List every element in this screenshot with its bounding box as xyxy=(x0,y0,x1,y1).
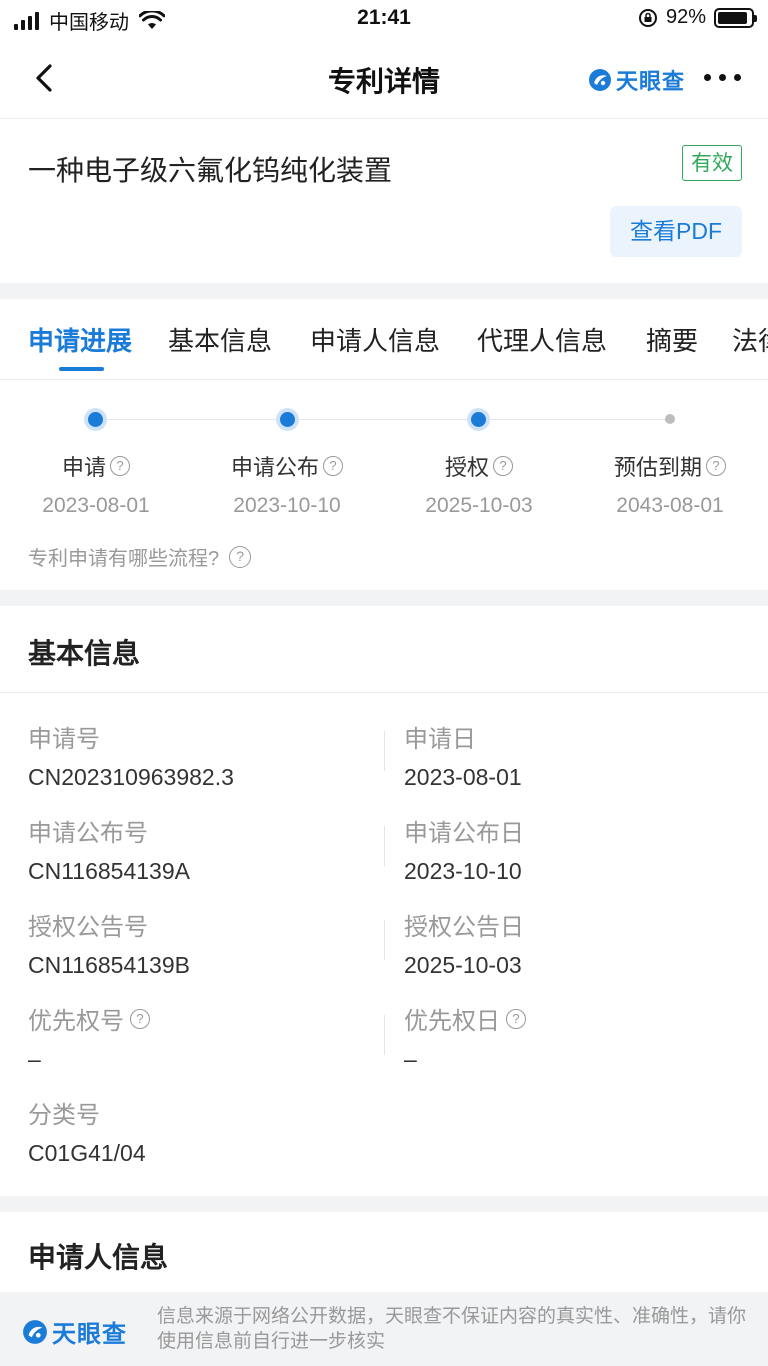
tianyancha-logo-icon xyxy=(589,69,611,91)
patent-title: 一种电子级六氟化钨纯化装置 xyxy=(28,155,393,186)
tianyancha-logo-icon xyxy=(23,1319,47,1344)
field-value: 2025-10-03 xyxy=(404,952,522,978)
help-icon[interactable]: ? xyxy=(323,456,343,476)
step-date: 2043-08-01 xyxy=(616,494,724,517)
column-divider xyxy=(384,731,385,771)
column-divider xyxy=(384,1015,385,1055)
help-icon[interactable]: ? xyxy=(506,1008,526,1029)
status-badge: 有效 xyxy=(682,145,742,181)
field-classification: 分类号 C01G41/04 xyxy=(28,1095,368,1167)
progress-dot xyxy=(280,412,295,427)
field-label: 申请公布号 xyxy=(28,820,148,847)
field-label: 优先权日 xyxy=(404,1008,500,1035)
tab-agent-info[interactable]: 代理人信息 xyxy=(477,321,607,358)
field-grant-number: 授权公告号 CN116854139B xyxy=(28,907,368,979)
disclaimer-footer: 天眼查 信息来源于网络公开数据，天眼查不保证内容的真实性、准确性，请你使用信息前… xyxy=(0,1292,768,1366)
basic-info-header: 基本信息 xyxy=(0,606,768,693)
field-value: 2023-10-10 xyxy=(404,858,522,884)
section-divider xyxy=(0,283,768,299)
field-publication-number: 申请公布号 CN116854139A xyxy=(28,813,368,885)
field-label: 申请公布日 xyxy=(404,820,524,847)
help-icon[interactable]: ? xyxy=(493,456,513,476)
step-date: 2023-10-10 xyxy=(233,494,341,517)
patent-header-card: 一种电子级六氟化钨纯化装置 有效 查看PDF xyxy=(0,119,768,283)
help-icon[interactable]: ? xyxy=(706,456,726,476)
step-date: 2025-10-03 xyxy=(425,494,533,517)
field-application-date: 申请日 2023-08-01 xyxy=(404,719,744,791)
section-title: 申请人信息 xyxy=(28,1242,169,1273)
active-tab-indicator xyxy=(59,367,104,371)
field-value: – xyxy=(404,1046,417,1072)
brand-logo[interactable]: 天眼查 xyxy=(588,64,685,96)
applicant-info-header: 申请人信息 xyxy=(0,1212,768,1292)
field-value: CN116854139B xyxy=(28,952,190,978)
column-divider xyxy=(384,920,385,960)
faq-text: 专利申请有哪些流程? xyxy=(28,548,220,570)
nav-bar: 专利详情 天眼查 xyxy=(0,40,768,119)
process-faq-link[interactable]: 专利申请有哪些流程? ? xyxy=(28,542,252,571)
tab-applicant-info[interactable]: 申请人信息 xyxy=(310,321,440,358)
field-value: 2023-08-01 xyxy=(404,764,522,790)
field-application-number: 申请号 CN202310963982.3 xyxy=(28,719,368,791)
field-label: 分类号 xyxy=(28,1102,100,1129)
progress-line xyxy=(96,419,670,420)
section-divider xyxy=(0,590,768,606)
progress-step: 预估到期? 2043-08-01 xyxy=(575,450,765,518)
view-pdf-button[interactable]: 查看PDF xyxy=(610,206,742,257)
tab-bar: 申请进展 基本信息 申请人信息 代理人信息 摘要 法律 xyxy=(0,299,768,380)
step-date: 2023-08-01 xyxy=(42,494,150,517)
field-label: 授权公告号 xyxy=(28,914,148,941)
field-publication-date: 申请公布日 2023-10-10 xyxy=(404,813,744,885)
field-label: 优先权号 xyxy=(28,1008,124,1035)
step-label: 申请公布 xyxy=(230,455,319,480)
section-divider xyxy=(0,1196,768,1212)
field-value: CN116854139A xyxy=(28,858,190,884)
progress-dot xyxy=(471,412,486,427)
step-label: 申请 xyxy=(61,455,106,480)
field-priority-number: 优先权号? – xyxy=(28,1001,368,1073)
progress-dot-pending xyxy=(665,414,675,424)
battery-icon xyxy=(714,7,757,28)
help-icon: ? xyxy=(229,545,252,568)
progress-step: 申请? 2023-08-01 xyxy=(1,450,191,518)
step-label: 授权 xyxy=(444,455,489,480)
battery-fill xyxy=(718,11,748,24)
column-divider xyxy=(384,826,385,866)
basic-info-grid: 申请号 CN202310963982.3 申请日 2023-08-01 申请公布… xyxy=(0,693,768,1193)
more-options-icon[interactable] xyxy=(704,74,741,81)
field-label: 授权公告日 xyxy=(404,914,524,941)
status-bar: 中国移动 21:41 92% xyxy=(0,0,768,40)
field-grant-date: 授权公告日 2025-10-03 xyxy=(404,907,744,979)
progress-step: 申请公布? 2023-10-10 xyxy=(192,450,382,518)
field-value: C01G41/04 xyxy=(28,1140,146,1166)
section-title: 基本信息 xyxy=(28,638,141,669)
tab-progress[interactable]: 申请进展 xyxy=(28,321,132,358)
brand-name: 天眼查 xyxy=(616,69,686,94)
step-label: 预估到期 xyxy=(613,455,702,480)
field-value: CN202310963982.3 xyxy=(28,764,234,790)
tab-abstract[interactable]: 摘要 xyxy=(646,321,698,358)
brand-name: 天眼查 xyxy=(52,1321,127,1348)
field-label: 申请号 xyxy=(28,726,100,753)
tab-legal[interactable]: 法律 xyxy=(732,321,768,358)
footer-brand: 天眼查 xyxy=(22,1314,127,1349)
tab-basic-info[interactable]: 基本信息 xyxy=(168,321,272,358)
application-progress: 申请? 2023-08-01 申请公布? 2023-10-10 授权? 2025… xyxy=(0,380,768,590)
help-icon[interactable]: ? xyxy=(110,456,130,476)
battery-percent: 92% xyxy=(665,6,706,28)
help-icon[interactable]: ? xyxy=(130,1008,150,1029)
field-priority-date: 优先权日? – xyxy=(404,1001,744,1073)
field-label: 申请日 xyxy=(404,726,476,753)
disclaimer-text: 信息来源于网络公开数据，天眼查不保证内容的真实性、准确性，请你使用信息前自行进一… xyxy=(157,1306,747,1352)
orientation-lock-icon xyxy=(638,8,657,27)
field-value: – xyxy=(28,1046,41,1072)
progress-dot xyxy=(88,412,103,427)
progress-step: 授权? 2025-10-03 xyxy=(384,450,574,518)
